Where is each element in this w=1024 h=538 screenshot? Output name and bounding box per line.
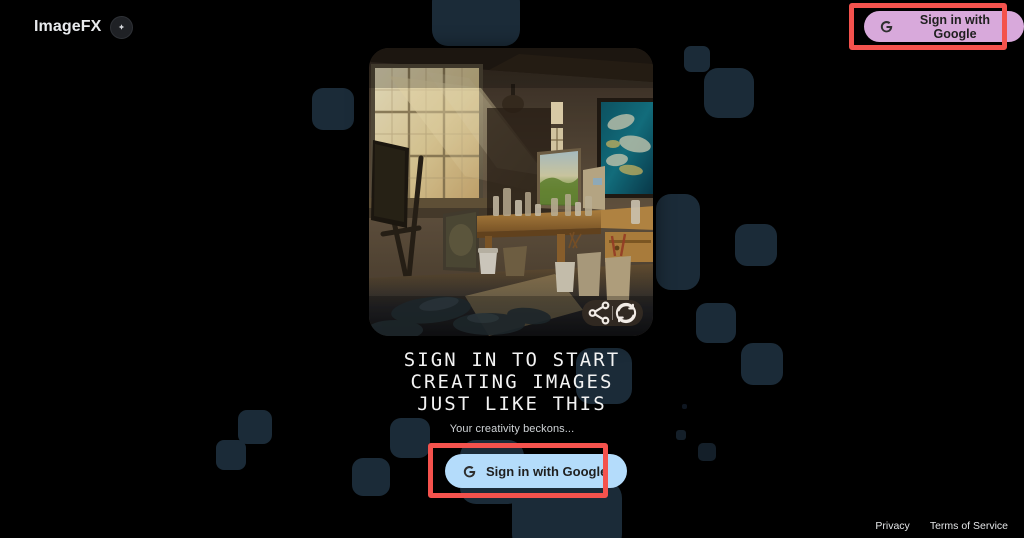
image-action-bar [582,300,643,326]
signin-with-google-button-hero[interactable]: Sign in with Google [445,454,628,488]
brand[interactable]: ImageFX [34,15,134,39]
refresh-image-icon[interactable] [613,300,639,326]
share-icon[interactable] [586,300,612,326]
google-g-icon [463,465,476,477]
hero-headline-line-3: JUST LIKE THIS [417,392,607,415]
hero-headline-line-2: CREATING IMAGES [410,370,614,393]
background-square-7 [696,303,736,343]
hero-subtitle: Your creativity beckons... [449,423,575,436]
hero-headline-line-1: SIGN IN TO START [403,349,621,371]
generated-image-card[interactable] [369,48,653,336]
signin-label-header: Sign in with Google [919,12,991,41]
background-square-5 [656,194,700,290]
background-square-3 [704,68,754,118]
app-title: ImageFX [34,18,102,35]
sparkle-badge-icon[interactable] [110,15,134,39]
signin-with-google-button-header[interactable]: Sign in with Google [864,11,1024,42]
signin-label-hero: Sign in with Google [486,463,608,479]
background-square-11 [216,440,246,470]
background-square-15 [512,480,622,538]
hero-copy: SIGN IN TO START CREATING IMAGES JUST LI… [0,349,1024,436]
terms-of-service-link[interactable]: Terms of Service [930,520,1008,532]
background-square-6 [735,224,777,266]
privacy-link[interactable]: Privacy [875,520,909,532]
background-square-13 [352,458,390,496]
page-root: ImageFX Sign in with Google SIGN IN TO S… [0,0,1024,538]
background-square-18 [698,443,716,461]
hero-headline: SIGN IN TO START CREATING IMAGES JUST LI… [0,349,1024,415]
studio-image [369,48,653,336]
background-square-1 [312,88,354,130]
google-g-icon [880,20,893,33]
footer-links: Privacy Terms of Service [875,520,1008,532]
